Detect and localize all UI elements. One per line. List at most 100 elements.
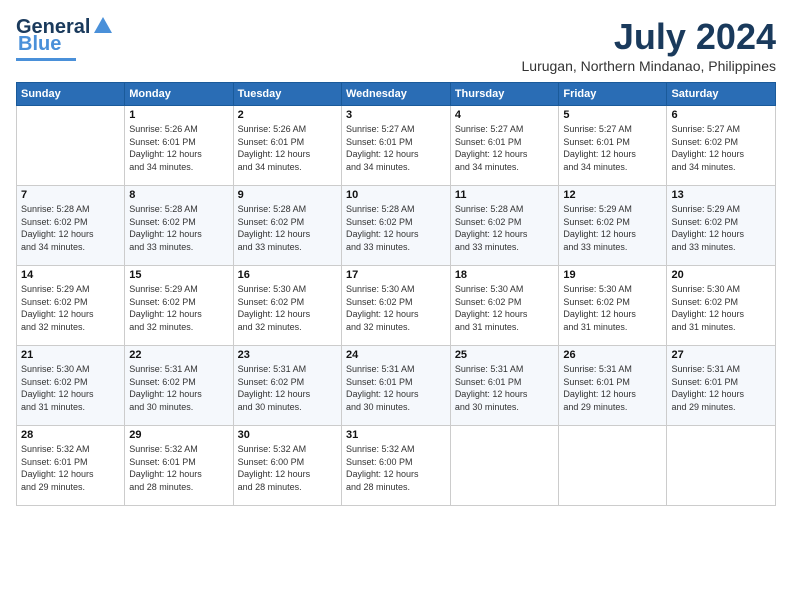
day-number: 24	[346, 349, 446, 361]
day-number: 13	[671, 189, 771, 201]
logo-text-blue: Blue	[18, 33, 61, 56]
day-info: Sunrise: 5:30 AM Sunset: 6:02 PM Dayligh…	[21, 363, 120, 413]
day-info: Sunrise: 5:31 AM Sunset: 6:01 PM Dayligh…	[455, 363, 555, 413]
day-number: 22	[129, 349, 228, 361]
calendar-cell: 6Sunrise: 5:27 AM Sunset: 6:02 PM Daylig…	[667, 106, 776, 186]
day-info: Sunrise: 5:29 AM Sunset: 6:02 PM Dayligh…	[563, 203, 662, 253]
calendar-cell	[450, 426, 559, 506]
day-number: 4	[455, 109, 555, 121]
calendar-cell: 27Sunrise: 5:31 AM Sunset: 6:01 PM Dayli…	[667, 346, 776, 426]
day-info: Sunrise: 5:30 AM Sunset: 6:02 PM Dayligh…	[346, 283, 446, 333]
day-number: 21	[21, 349, 120, 361]
week-row-4: 21 Sunrise: 5:30 AM Sunset: 6:02 PM Dayli…	[17, 346, 776, 426]
location-text: Lurugan, Northern Mindanao, Philippines	[522, 58, 777, 74]
day-info: Sunrise: 5:31 AM Sunset: 6:01 PM Dayligh…	[563, 363, 662, 413]
day-number: 15	[129, 269, 228, 281]
day-number: 19	[563, 269, 662, 281]
calendar-cell	[559, 426, 667, 506]
day-number: 6	[671, 109, 771, 121]
day-info: Sunrise: 5:30 AM Sunset: 6:02 PM Dayligh…	[455, 283, 555, 333]
col-header-wednesday: Wednesday	[341, 83, 450, 106]
col-header-sunday: Sunday	[17, 83, 125, 106]
month-year-title: July 2024	[522, 16, 777, 58]
calendar-cell: 10Sunrise: 5:28 AM Sunset: 6:02 PM Dayli…	[341, 186, 450, 266]
day-number: 2	[238, 109, 337, 121]
day-number: 30	[238, 429, 337, 441]
day-info: Sunrise: 5:29 AM Sunset: 6:02 PM Dayligh…	[21, 283, 120, 333]
day-info: Sunrise: 5:27 AM Sunset: 6:01 PM Dayligh…	[563, 123, 662, 173]
calendar-cell: 19 Sunrise: 5:30 AM Sunset: 6:02 PM Dayli…	[559, 266, 667, 346]
day-number: 9	[238, 189, 337, 201]
calendar-cell: 20 Sunrise: 5:30 AM Sunset: 6:02 PM Dayli…	[667, 266, 776, 346]
day-number: 28	[21, 429, 120, 441]
day-number: 25	[455, 349, 555, 361]
calendar-cell: 21 Sunrise: 5:30 AM Sunset: 6:02 PM Dayli…	[17, 346, 125, 426]
calendar-cell: 7Sunrise: 5:28 AM Sunset: 6:02 PM Daylig…	[17, 186, 125, 266]
day-info: Sunrise: 5:27 AM Sunset: 6:01 PM Dayligh…	[455, 123, 555, 173]
calendar-table: SundayMondayTuesdayWednesdayThursdayFrid…	[16, 82, 776, 506]
day-number: 11	[455, 189, 555, 201]
calendar-cell: 22 Sunrise: 5:31 AM Sunset: 6:02 PM Dayli…	[125, 346, 233, 426]
day-number: 1	[129, 109, 228, 121]
calendar-cell: 5Sunrise: 5:27 AM Sunset: 6:01 PM Daylig…	[559, 106, 667, 186]
col-header-tuesday: Tuesday	[233, 83, 341, 106]
week-row-2: 7Sunrise: 5:28 AM Sunset: 6:02 PM Daylig…	[17, 186, 776, 266]
day-info: Sunrise: 5:27 AM Sunset: 6:01 PM Dayligh…	[346, 123, 446, 173]
calendar-cell: 12 Sunrise: 5:29 AM Sunset: 6:02 PM Dayli…	[559, 186, 667, 266]
calendar-cell: 16Sunrise: 5:30 AM Sunset: 6:02 PM Dayli…	[233, 266, 341, 346]
calendar-cell: 25 Sunrise: 5:31 AM Sunset: 6:01 PM Dayli…	[450, 346, 559, 426]
calendar-cell: 18Sunrise: 5:30 AM Sunset: 6:02 PM Dayli…	[450, 266, 559, 346]
page-header: General Blue July 2024 Lurugan, Northern…	[16, 16, 776, 74]
calendar-cell: 17Sunrise: 5:30 AM Sunset: 6:02 PM Dayli…	[341, 266, 450, 346]
header-row: SundayMondayTuesdayWednesdayThursdayFrid…	[17, 83, 776, 106]
day-number: 14	[21, 269, 120, 281]
day-info: Sunrise: 5:31 AM Sunset: 6:02 PM Dayligh…	[129, 363, 228, 413]
logo: General Blue	[16, 16, 114, 61]
calendar-cell: 2 Sunrise: 5:26 AM Sunset: 6:01 PM Daylig…	[233, 106, 341, 186]
day-number: 10	[346, 189, 446, 201]
day-number: 8	[129, 189, 228, 201]
calendar-cell: 28Sunrise: 5:32 AM Sunset: 6:01 PM Dayli…	[17, 426, 125, 506]
calendar-cell	[17, 106, 125, 186]
day-info: Sunrise: 5:32 AM Sunset: 6:01 PM Dayligh…	[129, 443, 228, 493]
day-info: Sunrise: 5:30 AM Sunset: 6:02 PM Dayligh…	[563, 283, 662, 333]
logo-underline	[16, 58, 76, 61]
day-number: 27	[671, 349, 771, 361]
calendar-cell: 1 Sunrise: 5:26 AM Sunset: 6:01 PM Daylig…	[125, 106, 233, 186]
calendar-cell: 31 Sunrise: 5:32 AM Sunset: 6:00 PM Dayli…	[341, 426, 450, 506]
title-section: July 2024 Lurugan, Northern Mindanao, Ph…	[522, 16, 777, 74]
week-row-1: 1 Sunrise: 5:26 AM Sunset: 6:01 PM Daylig…	[17, 106, 776, 186]
day-number: 23	[238, 349, 337, 361]
calendar-cell: 23 Sunrise: 5:31 AM Sunset: 6:02 PM Dayli…	[233, 346, 341, 426]
day-number: 20	[671, 269, 771, 281]
calendar-cell: 11 Sunrise: 5:28 AM Sunset: 6:02 PM Dayli…	[450, 186, 559, 266]
calendar-cell: 24 Sunrise: 5:31 AM Sunset: 6:01 PM Dayli…	[341, 346, 450, 426]
day-info: Sunrise: 5:32 AM Sunset: 6:00 PM Dayligh…	[346, 443, 446, 493]
calendar-cell: 3 Sunrise: 5:27 AM Sunset: 6:01 PM Daylig…	[341, 106, 450, 186]
calendar-cell: 13 Sunrise: 5:29 AM Sunset: 6:02 PM Dayli…	[667, 186, 776, 266]
day-number: 31	[346, 429, 446, 441]
calendar-cell	[667, 426, 776, 506]
day-info: Sunrise: 5:31 AM Sunset: 6:01 PM Dayligh…	[346, 363, 446, 413]
calendar-cell: 9Sunrise: 5:28 AM Sunset: 6:02 PM Daylig…	[233, 186, 341, 266]
day-info: Sunrise: 5:30 AM Sunset: 6:02 PM Dayligh…	[671, 283, 771, 333]
col-header-monday: Monday	[125, 83, 233, 106]
day-info: Sunrise: 5:28 AM Sunset: 6:02 PM Dayligh…	[455, 203, 555, 253]
day-number: 3	[346, 109, 446, 121]
day-info: Sunrise: 5:28 AM Sunset: 6:02 PM Dayligh…	[21, 203, 120, 253]
calendar-cell: 30 Sunrise: 5:32 AM Sunset: 6:00 PM Dayli…	[233, 426, 341, 506]
day-number: 12	[563, 189, 662, 201]
day-info: Sunrise: 5:32 AM Sunset: 6:00 PM Dayligh…	[238, 443, 337, 493]
col-header-saturday: Saturday	[667, 83, 776, 106]
day-info: Sunrise: 5:29 AM Sunset: 6:02 PM Dayligh…	[671, 203, 771, 253]
day-number: 29	[129, 429, 228, 441]
calendar-cell: 8 Sunrise: 5:28 AM Sunset: 6:02 PM Daylig…	[125, 186, 233, 266]
calendar-cell: 4 Sunrise: 5:27 AM Sunset: 6:01 PM Daylig…	[450, 106, 559, 186]
day-info: Sunrise: 5:26 AM Sunset: 6:01 PM Dayligh…	[238, 123, 337, 173]
day-number: 16	[238, 269, 337, 281]
calendar-cell: 15Sunrise: 5:29 AM Sunset: 6:02 PM Dayli…	[125, 266, 233, 346]
day-info: Sunrise: 5:26 AM Sunset: 6:01 PM Dayligh…	[129, 123, 228, 173]
day-info: Sunrise: 5:31 AM Sunset: 6:02 PM Dayligh…	[238, 363, 337, 413]
col-header-thursday: Thursday	[450, 83, 559, 106]
day-info: Sunrise: 5:28 AM Sunset: 6:02 PM Dayligh…	[129, 203, 228, 253]
